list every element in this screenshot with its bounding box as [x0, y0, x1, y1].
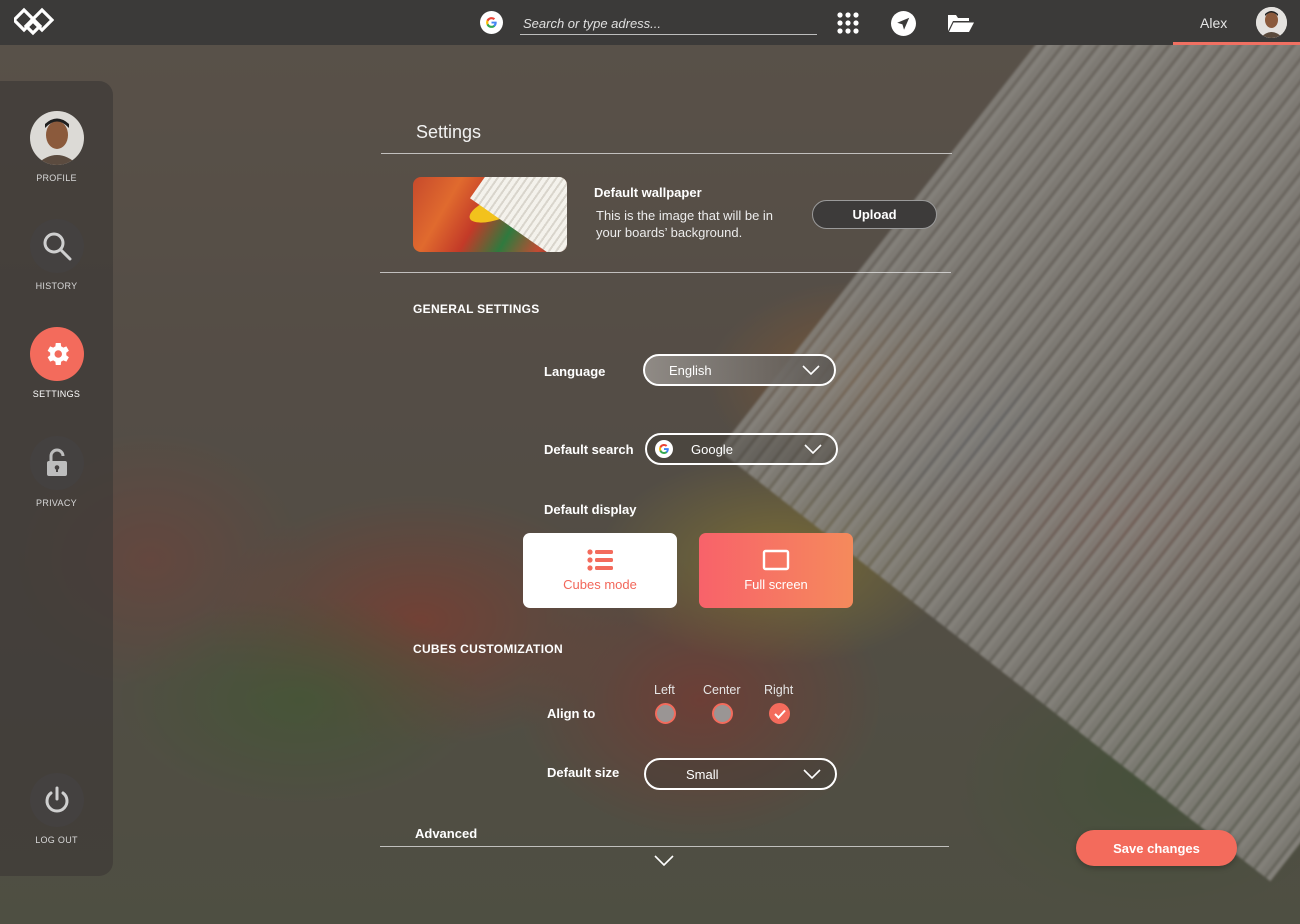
- cubes-mode-label: Cubes mode: [563, 577, 637, 592]
- align-right-radio[interactable]: [769, 703, 790, 724]
- sidebar-item-label: PROFILE: [36, 173, 77, 183]
- google-icon: [480, 11, 503, 34]
- align-right-label: Right: [764, 683, 794, 697]
- chevron-down-icon: [803, 769, 821, 780]
- default-size-label: Default size: [547, 765, 620, 780]
- avatar: [29, 111, 84, 165]
- language-select[interactable]: English: [643, 354, 836, 386]
- logout-label: LOG OUT: [35, 835, 78, 845]
- list-icon: [587, 549, 613, 571]
- align-left-label: Left: [654, 683, 675, 697]
- logo-icon[interactable]: [11, 5, 55, 39]
- wallpaper-description: This is the image that will be in your b…: [596, 208, 774, 240]
- gear-icon: [29, 327, 84, 381]
- sidebar-item-privacy[interactable]: PRIVACY: [0, 436, 113, 508]
- chevron-down-icon: [802, 365, 820, 376]
- default-search-select[interactable]: Google: [645, 433, 838, 465]
- user-active-indicator: [1173, 42, 1300, 45]
- advanced-label[interactable]: Advanced: [415, 826, 477, 841]
- align-left-radio[interactable]: [655, 703, 676, 724]
- cubes-mode-option[interactable]: Cubes mode: [523, 533, 677, 608]
- sidebar-item-label: PRIVACY: [36, 498, 77, 508]
- fullscreen-icon: [762, 549, 790, 571]
- google-icon: [655, 440, 673, 458]
- chevron-down-icon[interactable]: [654, 855, 674, 866]
- page-title: Settings: [416, 122, 482, 142]
- apps-grid-icon[interactable]: [835, 10, 861, 36]
- wallpaper-title: Default wallpaper: [594, 185, 702, 200]
- default-search-value: Google: [691, 441, 733, 457]
- language-label: Language: [544, 364, 606, 379]
- folder-open-icon[interactable]: [946, 10, 976, 36]
- upload-button[interactable]: Upload: [812, 200, 937, 229]
- cubes-customization-heading: CUBES CUSTOMIZATION: [413, 642, 563, 656]
- power-icon: [29, 773, 84, 827]
- default-size-value: Small: [686, 766, 719, 782]
- save-changes-button[interactable]: Save changes: [1076, 830, 1237, 866]
- avatar[interactable]: [1256, 7, 1287, 38]
- advanced-divider: [380, 846, 949, 847]
- sidebar-item-history[interactable]: HISTORY: [0, 219, 113, 291]
- search-icon: [29, 219, 84, 273]
- align-center-radio[interactable]: [712, 703, 733, 724]
- checkmark-icon: [773, 709, 786, 719]
- sidebar-item-label: SETTINGS: [32, 389, 81, 399]
- sidebar-item-label: HISTORY: [35, 281, 78, 291]
- logout-button[interactable]: LOG OUT: [0, 773, 113, 845]
- full-screen-option[interactable]: Full screen: [699, 533, 853, 608]
- title-divider: [381, 153, 952, 154]
- wallpaper-divider: [380, 272, 951, 273]
- align-to-label: Align to: [547, 706, 596, 721]
- sidebar-item-profile[interactable]: PROFILE: [0, 111, 113, 183]
- top-bar: Alex: [0, 0, 1300, 45]
- language-value: English: [669, 362, 712, 378]
- sidebar: PROFILE HISTORY SETTINGS PRIVACY LOG OUT: [0, 81, 113, 876]
- default-display-label: Default display: [544, 502, 637, 517]
- navigation-arrow-icon[interactable]: [890, 10, 916, 36]
- align-center-label: Center: [703, 683, 741, 697]
- sidebar-item-settings[interactable]: SETTINGS: [0, 327, 113, 399]
- wallpaper-thumbnail[interactable]: [413, 177, 567, 252]
- general-settings-heading: GENERAL SETTINGS: [413, 302, 540, 316]
- default-search-label: Default search: [544, 442, 634, 457]
- lock-icon: [29, 436, 84, 490]
- address-search-bar: [520, 12, 817, 35]
- username[interactable]: Alex: [1200, 15, 1227, 31]
- chevron-down-icon: [804, 444, 822, 455]
- full-screen-label: Full screen: [744, 577, 808, 592]
- default-size-select[interactable]: Small: [644, 758, 837, 790]
- search-input[interactable]: [520, 12, 817, 34]
